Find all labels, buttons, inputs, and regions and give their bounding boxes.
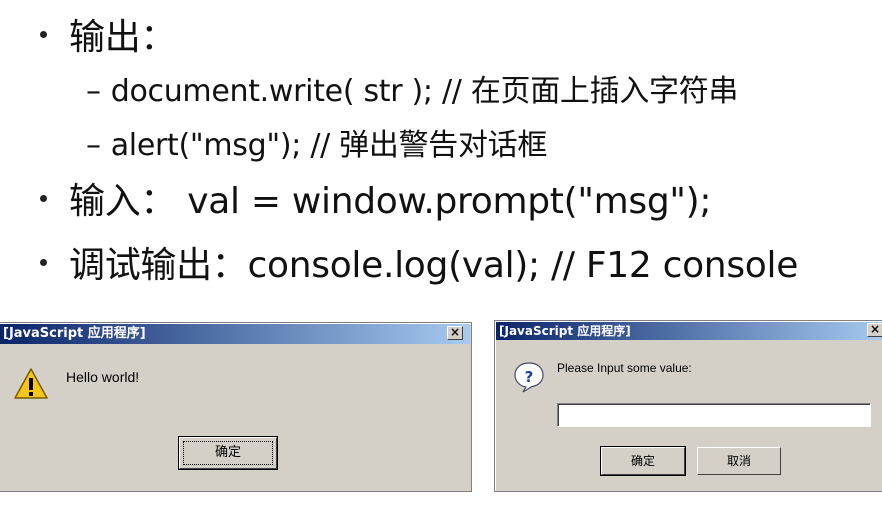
sub-dash: – xyxy=(86,74,101,109)
sub-alert: – alert("msg"); // 弹出警告对话框 xyxy=(86,120,547,164)
warning-icon xyxy=(14,368,48,399)
bullet-debug-text: 调试输出：console.log(val); // F12 console xyxy=(69,245,799,286)
bullet-debug: 调试输出：console.log(val); // F12 console xyxy=(40,236,798,288)
ok-button[interactable]: 确定 xyxy=(178,436,278,470)
cancel-button-label: 取消 xyxy=(726,454,751,468)
bullet-input: 输入： val = window.prompt("msg"); xyxy=(40,172,712,224)
prompt-titlebar[interactable]: [JavaScript 应用程序] xyxy=(496,322,882,340)
alert-dialog: [JavaScript 应用程序] × Hello world! 确定 xyxy=(0,322,472,492)
bullet-input-text: 输入： val = window.prompt("msg"); xyxy=(69,181,712,222)
alert-close-button[interactable]: × xyxy=(447,326,463,340)
ok-button-label: 确定 xyxy=(630,454,655,468)
sub-document-write: – document.write( str ); // 在页面上插入字符串 xyxy=(86,66,738,110)
prompt-message: Please Input some value: xyxy=(557,361,692,375)
alert-titlebar[interactable]: [JavaScript 应用程序] xyxy=(0,324,470,344)
alert-title: [JavaScript 应用程序] xyxy=(3,326,146,341)
sub-alert-text: alert("msg"); // 弹出警告对话框 xyxy=(110,128,548,163)
alert-message: Hello world! xyxy=(66,369,140,385)
close-icon: × xyxy=(869,322,881,336)
prompt-input[interactable] xyxy=(557,403,871,427)
prompt-dialog: [JavaScript 应用程序] × ? Please Input some … xyxy=(494,320,882,492)
cancel-button[interactable]: 取消 xyxy=(697,447,781,475)
question-icon: ? xyxy=(514,362,544,393)
bullet-dot xyxy=(40,30,47,38)
sub-document-write-text: document.write( str ); // 在页面上插入字符串 xyxy=(110,74,739,109)
sub-dash: – xyxy=(86,128,101,163)
bullet-output-text: 输出： xyxy=(69,17,177,58)
prompt-close-button[interactable]: × xyxy=(867,323,882,337)
bullet-dot xyxy=(40,258,47,266)
bullet-output: 输出： xyxy=(40,8,176,60)
svg-text:?: ? xyxy=(525,368,534,386)
prompt-title: [JavaScript 应用程序] xyxy=(499,324,631,338)
close-icon: × xyxy=(449,325,461,339)
bullet-dot xyxy=(40,194,47,202)
ok-button[interactable]: 确定 xyxy=(600,446,686,476)
